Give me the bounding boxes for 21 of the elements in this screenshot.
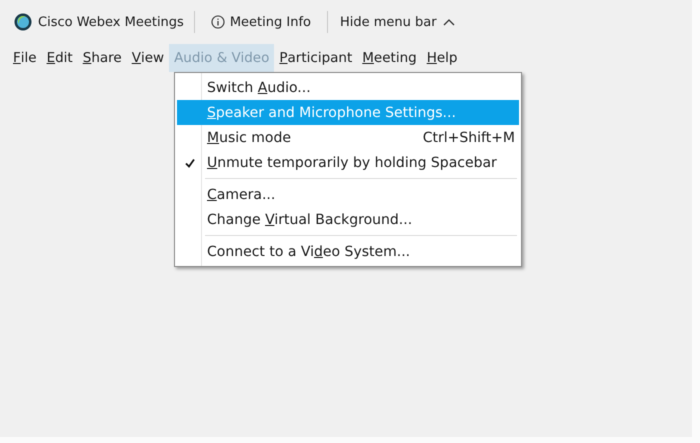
menu-bar-item[interactable]: Edit (42, 44, 78, 72)
menu-bar-item[interactable]: Meeting (357, 44, 422, 72)
webex-logo-icon (14, 13, 32, 31)
meeting-info-button[interactable]: Meeting Info (204, 14, 317, 30)
menu-bar-item[interactable]: View (126, 44, 170, 72)
menu-item[interactable]: Music mode Ctrl+Shift+M (177, 125, 519, 150)
app-title: Cisco Webex Meetings (38, 14, 184, 30)
chevron-up-icon (442, 18, 455, 26)
menu-bar-item[interactable]: Share (78, 44, 127, 72)
checkmark-icon (185, 158, 195, 168)
shortcut-text: Ctrl+Shift+M (422, 130, 515, 146)
menu-bar-item[interactable]: Participant (274, 44, 358, 72)
menu-bar-item[interactable]: File (8, 44, 42, 72)
hide-menu-bar-button[interactable]: Hide menu bar (338, 14, 457, 30)
menu-item[interactable]: Unmute temporarily by holding Spacebar (177, 150, 519, 175)
menu-item[interactable]: Camera... (177, 182, 519, 207)
menu-item[interactable]: Connect to a Video System... (177, 239, 519, 264)
menu-item[interactable]: Switch Audio... (177, 75, 519, 100)
menu-item[interactable]: Change Virtual Background... (177, 207, 519, 232)
info-icon (210, 15, 225, 29)
menu-bar-item[interactable]: Help (422, 44, 462, 72)
